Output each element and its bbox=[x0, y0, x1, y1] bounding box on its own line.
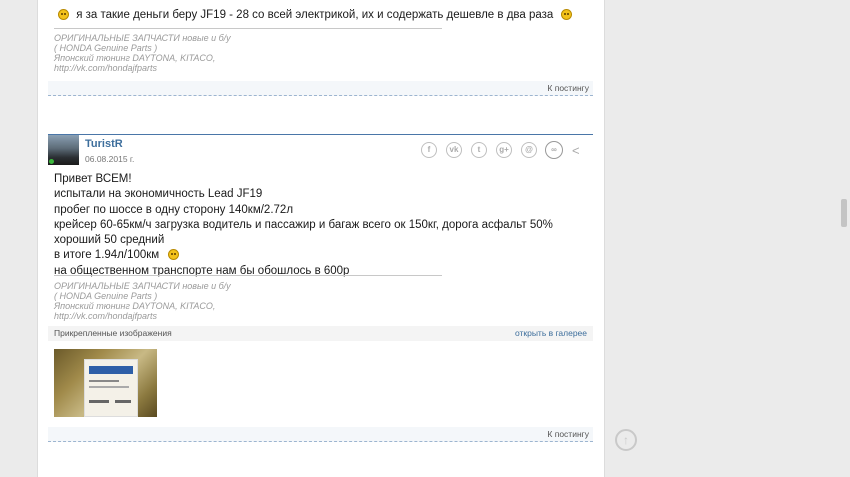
facebook-icon[interactable]: f bbox=[421, 142, 437, 158]
post-date: 06.08.2015 г. bbox=[85, 154, 135, 164]
post-2-footer: К постингу bbox=[48, 427, 593, 442]
vk-icon[interactable]: vk bbox=[446, 142, 462, 158]
signature-link[interactable]: http://vk.com/hondajfparts bbox=[54, 311, 231, 321]
post-author[interactable]: TuristR bbox=[85, 138, 123, 150]
signature-link[interactable]: http://vk.com/hondajfparts bbox=[54, 63, 231, 73]
attached-image-thumbnail[interactable] bbox=[54, 349, 157, 417]
signature-line: ( HONDA Genuine Parts ) bbox=[54, 43, 158, 53]
laughing-smiley-icon bbox=[560, 9, 572, 20]
attachments-label: Прикрепленные изображения bbox=[54, 328, 172, 338]
signature-divider bbox=[54, 275, 442, 276]
post-line: Привет ВСЕМ! bbox=[54, 173, 132, 185]
post-1-message: я за такие деньги беру JF19 - 28 со всей… bbox=[76, 9, 554, 21]
signature-line: ОРИГИНАЛЬНЫЕ ЗАПЧАСТИ новые и б/у bbox=[54, 281, 231, 291]
post-line: пробег по шоссе в одну сторону 140км/2.7… bbox=[54, 203, 294, 216]
scrollbar-thumb[interactable] bbox=[841, 199, 847, 227]
open-gallery-link[interactable]: открыть в галерее bbox=[515, 326, 587, 341]
post-header-border bbox=[48, 134, 593, 135]
signature-divider bbox=[54, 28, 442, 29]
to-posting-link[interactable]: К постингу bbox=[547, 429, 589, 439]
share-icon[interactable]: < bbox=[572, 143, 580, 158]
post-line: крейсер 60-65км/ч загрузка водитель и па… bbox=[54, 218, 553, 231]
signature-line: ( HONDA Genuine Parts ) bbox=[54, 291, 158, 301]
post-1-text: я за такие деньги беру JF19 - 28 со всей… bbox=[58, 9, 598, 21]
post-line: испытали на экономичность Lead JF19 bbox=[54, 188, 263, 201]
smiley-icon bbox=[58, 9, 69, 20]
post-line: в итоге 1.94л/100км bbox=[54, 248, 553, 263]
post-2-signature: ОРИГИНАЛЬНЫЕ ЗАПЧАСТИ новые и б/у ( HOND… bbox=[54, 281, 231, 321]
twitter-icon[interactable]: t bbox=[471, 142, 487, 158]
post-1-signature: ОРИГИНАЛЬНЫЕ ЗАПЧАСТИ новые и б/у ( HOND… bbox=[54, 33, 231, 73]
post-2-body: Привет ВСЕМ! испытали на экономичность L… bbox=[54, 172, 553, 279]
post-1-footer: К постингу bbox=[48, 81, 593, 96]
signature-line: Японский тюнинг DAYTONA, KITACO, bbox=[54, 53, 216, 63]
receipt-image bbox=[84, 359, 138, 417]
google-plus-icon[interactable]: g+ bbox=[496, 142, 512, 158]
post-line: на общественном транспорте нам бы обошло… bbox=[54, 264, 350, 277]
post-line: хороший 50 средний bbox=[54, 234, 165, 247]
to-posting-link[interactable]: К постингу bbox=[547, 83, 589, 93]
link-icon[interactable]: ∞ bbox=[545, 141, 563, 159]
signature-line: ОРИГИНАЛЬНЫЕ ЗАПЧАСТИ новые и б/у bbox=[54, 33, 231, 43]
arrow-up-circle-icon[interactable]: ↑ bbox=[615, 429, 637, 451]
post-line-text: в итоге 1.94л/100км bbox=[54, 249, 160, 262]
smiley-icon bbox=[168, 249, 180, 261]
avatar[interactable] bbox=[48, 135, 79, 165]
forum-page: я за такие деньги беру JF19 - 28 со всей… bbox=[37, 0, 605, 477]
signature-line: Японский тюнинг DAYTONA, KITACO, bbox=[54, 301, 216, 311]
mail-icon[interactable]: @ bbox=[521, 142, 537, 158]
attachments-header: Прикрепленные изображения открыть в гале… bbox=[48, 326, 593, 341]
online-status-indicator bbox=[49, 159, 54, 164]
